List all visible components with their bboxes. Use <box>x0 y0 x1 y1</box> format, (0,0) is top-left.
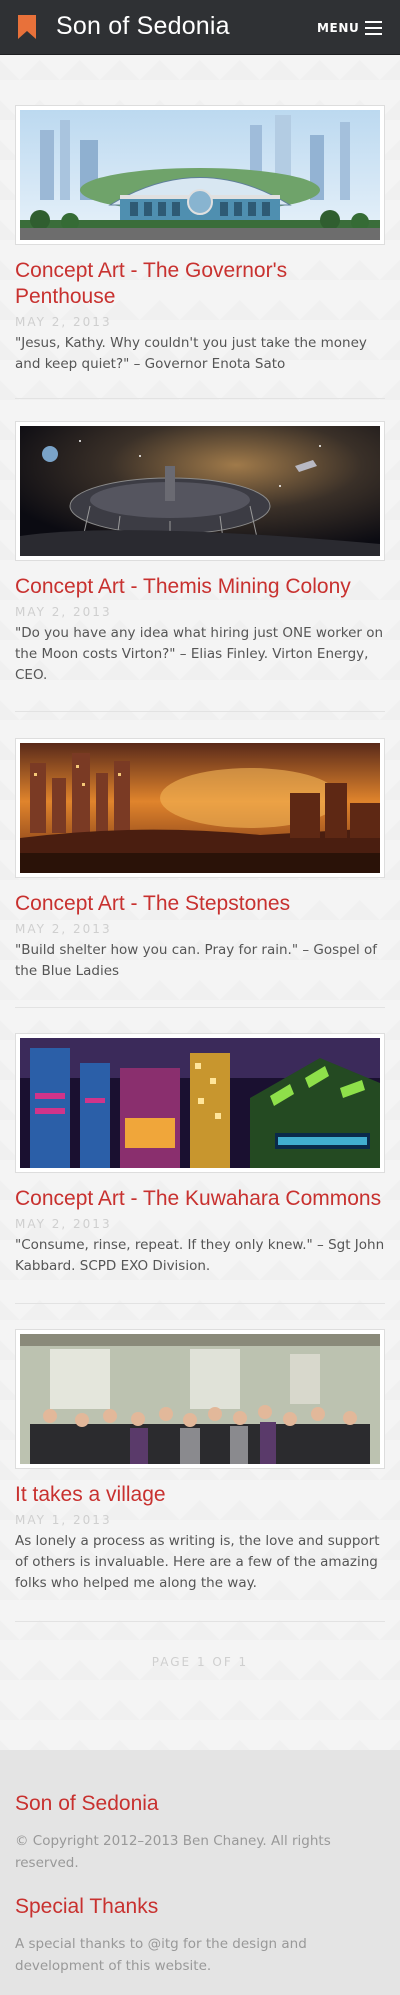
footer-title: Son of Sedonia <box>15 1792 159 1815</box>
post-thumbnail-link[interactable] <box>15 1329 385 1469</box>
group-photo-image <box>20 1334 380 1464</box>
post-date: MAY 1, 2013 <box>15 1513 112 1527</box>
footer-copyright: © Copyright 2012–2013 Ben Chaney. All ri… <box>15 1833 331 1871</box>
post-excerpt: "Do you have any idea what hiring just O… <box>15 625 384 683</box>
post-excerpt: "Consume, rinse, repeat. If they only kn… <box>15 1237 385 1274</box>
post-title-link[interactable]: Concept Art - Themis Mining Colony <box>15 574 390 600</box>
site-header: Son of Sedonia MENU <box>0 0 400 55</box>
post-thumbnail-link[interactable] <box>15 1033 385 1173</box>
footer-thanks-title: Special Thanks <box>15 1895 159 1918</box>
footer-thanks-text: A special thanks to @itg for the design … <box>15 1936 307 1974</box>
bookmark-logo-icon[interactable] <box>18 15 36 39</box>
post-divider <box>15 1621 385 1622</box>
mining-colony-image <box>20 426 380 556</box>
post-excerpt: As lonely a process as writing is, the l… <box>15 1533 380 1591</box>
post-thumbnail-link[interactable] <box>15 105 385 245</box>
post-date: MAY 2, 2013 <box>15 315 112 329</box>
menu-label[interactable]: MENU <box>317 21 359 35</box>
site-title-link[interactable]: Son of Sedonia <box>56 12 230 41</box>
governor-penthouse-image <box>20 110 380 240</box>
pagination-label: PAGE 1 OF 1 <box>151 1655 249 1669</box>
post-excerpt: "Build shelter how you can. Pray for rai… <box>15 942 378 979</box>
post-title-link[interactable]: Concept Art - The Kuwahara Commons <box>15 1186 390 1212</box>
stepstones-image <box>20 743 380 873</box>
hamburger-menu-icon[interactable] <box>365 21 382 35</box>
post-divider <box>15 1303 385 1304</box>
post-date: MAY 2, 2013 <box>15 922 112 936</box>
post-title-link[interactable]: Concept Art - The Stepstones <box>15 891 390 917</box>
post-title-link[interactable]: It takes a village <box>15 1482 390 1508</box>
post-divider <box>15 711 385 712</box>
site-footer: Son of Sedonia © Copyright 2012–2013 Ben… <box>0 1750 400 1995</box>
post-title-link[interactable]: Concept Art - The Governor's Penthouse <box>15 258 390 310</box>
post-date: MAY 2, 2013 <box>15 605 112 619</box>
post-date: MAY 2, 2013 <box>15 1217 112 1231</box>
post-divider <box>15 398 385 399</box>
kuwahara-commons-image <box>20 1038 380 1168</box>
post-thumbnail-link[interactable] <box>15 738 385 878</box>
post-thumbnail-link[interactable] <box>15 421 385 561</box>
post-divider <box>15 1007 385 1008</box>
post-excerpt: "Jesus, Kathy. Why couldn't you just tak… <box>15 335 367 372</box>
